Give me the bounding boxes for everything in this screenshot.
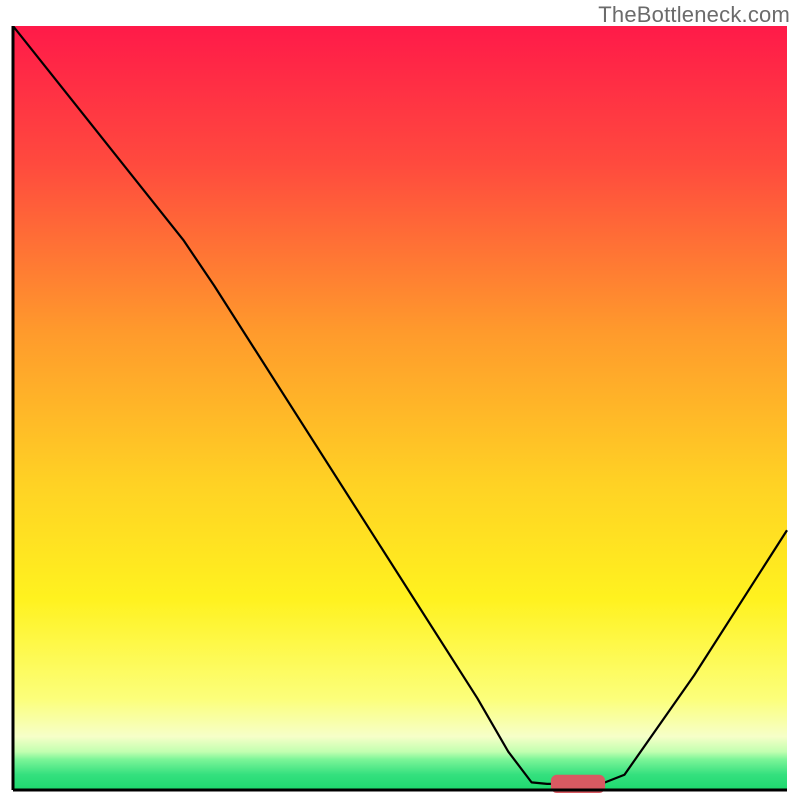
watermark-label: TheBottleneck.com bbox=[598, 2, 790, 28]
bottleneck-chart bbox=[10, 26, 790, 794]
gradient-background bbox=[13, 26, 787, 790]
chart-container: TheBottleneck.com bbox=[0, 0, 800, 800]
